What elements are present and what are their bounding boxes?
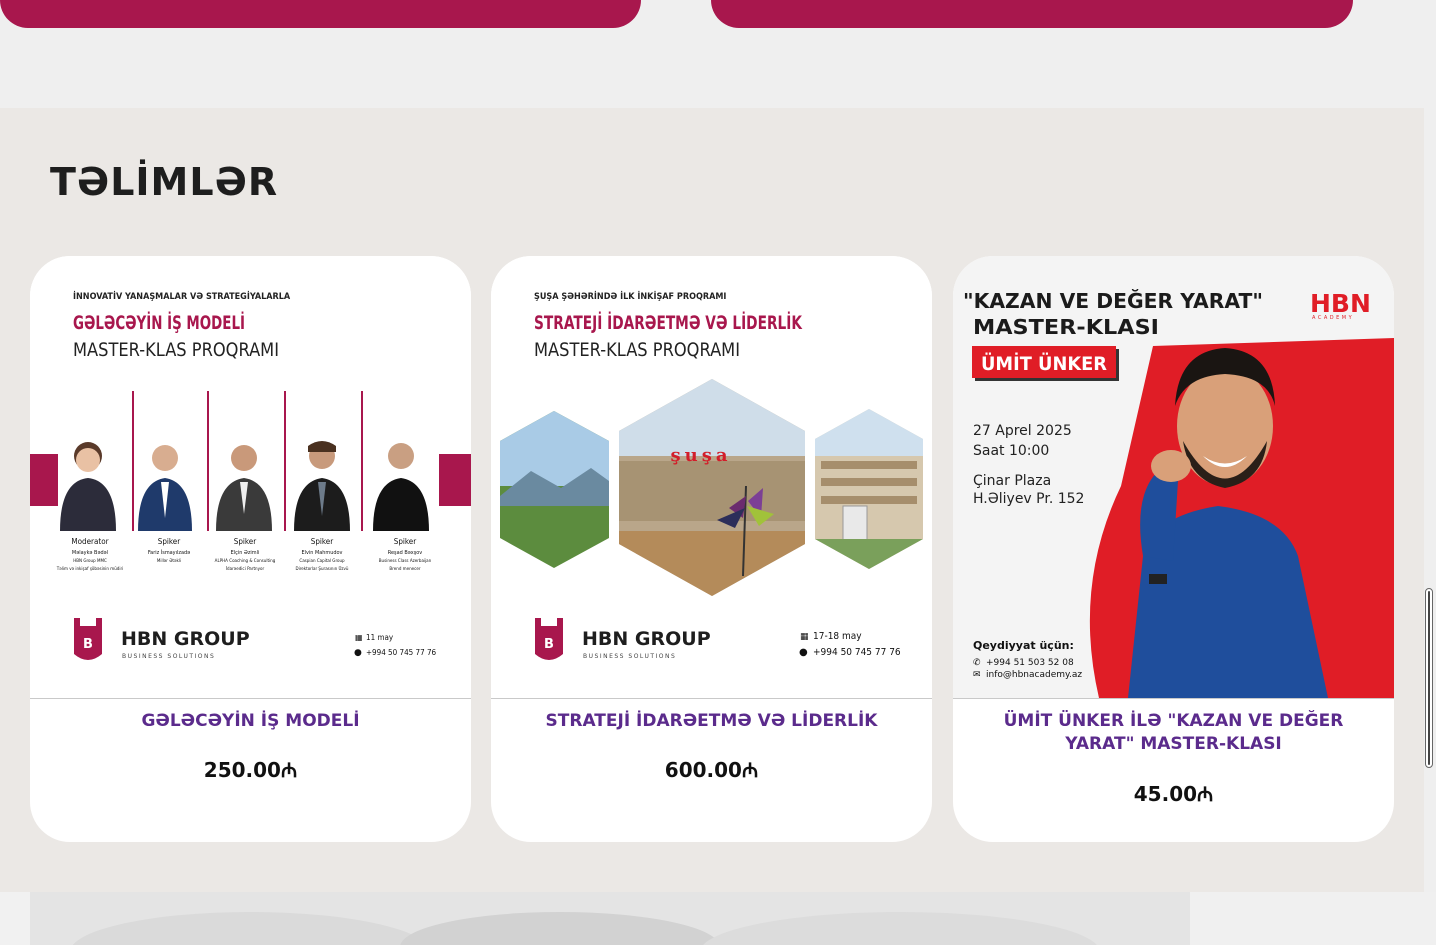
svg-text:Reşad Bəxşov: Reşad Bəxşov (388, 550, 423, 556)
svg-text:ŞUŞA ŞƏHƏRİNDƏ İLK İNKİŞAF PRO: ŞUŞA ŞƏHƏRİNDƏ İLK İNKİŞAF PROQRAMI (534, 291, 726, 302)
svg-text:Saat 10:00: Saat 10:00 (973, 443, 1049, 459)
svg-text:Spiker: Spiker (158, 537, 180, 546)
calendar-icon: ▦ (800, 632, 809, 642)
svg-text:Spiker: Spiker (394, 537, 416, 546)
svg-text:Elçin Əzimli: Elçin Əzimli (231, 550, 260, 556)
training-card[interactable]: İNNOVATİV YANAŞMALAR VƏ STRATEGİYALARLA … (30, 256, 471, 842)
svg-text:H.Əliyev Pr. 152: H.Əliyev Pr. 152 (973, 491, 1084, 507)
card-price: 45.00₼ (1133, 782, 1214, 806)
svg-text:B: B (83, 637, 93, 652)
scrollbar-thumb[interactable] (1425, 588, 1433, 768)
shusha-photo-hotel (815, 409, 923, 569)
svg-text:+994 51 503 52 08: +994 51 503 52 08 (986, 658, 1074, 668)
svg-text:Məlaykə Bədəl: Məlaykə Bədəl (72, 550, 108, 556)
svg-text:şuşa: şuşa (670, 445, 731, 466)
svg-text:HBN: HBN (1310, 289, 1371, 318)
svg-text:HBN Group MMC: HBN Group MMC (73, 558, 107, 564)
svg-text:Brend menecer: Brend menecer (389, 566, 420, 572)
top-banner-button-right[interactable] (711, 0, 1353, 28)
svg-text:Caspian Capital Group: Caspian Capital Group (299, 558, 345, 564)
svg-text:Elvin Mahmudov: Elvin Mahmudov (301, 550, 342, 556)
svg-text:ACADEMY: ACADEMY (1312, 315, 1354, 321)
card-divider (30, 698, 471, 699)
svg-text:MASTER-KLAS PROQRAMI: MASTER-KLAS PROQRAMI (534, 339, 740, 361)
card-title[interactable]: GƏLƏCƏYİN İŞ MODELİ (50, 710, 451, 733)
svg-text:ALPHA Coaching & Consulting: ALPHA Coaching & Consulting (215, 558, 276, 564)
calendar-icon: ▦ (355, 633, 363, 642)
svg-text:Təlim və inkişaf şöbəsinin müd: Təlim və inkişaf şöbəsinin müdiri (56, 566, 124, 572)
svg-text:Spiker: Spiker (311, 537, 333, 546)
svg-text:BUSINESS SOLUTIONS: BUSINESS SOLUTIONS (122, 653, 215, 660)
svg-text:"KAZAN VE DEĞER YARAT": "KAZAN VE DEĞER YARAT" (963, 289, 1263, 313)
svg-text:BUSINESS SOLUTIONS: BUSINESS SOLUTIONS (583, 653, 676, 660)
next-section-background-image (0, 892, 1436, 945)
svg-text:Business Class Azerbaijan: Business Class Azerbaijan (379, 558, 432, 564)
training-poster[interactable]: ŞUŞA ŞƏHƏRİNDƏ İLK İNKİŞAF PROQRAMI STRA… (491, 256, 932, 698)
card-price: 600.00₼ (664, 758, 759, 782)
svg-text:MASTER-KLAS PROQRAMI: MASTER-KLAS PROQRAMI (73, 339, 279, 361)
whatsapp-icon: ● (799, 647, 808, 658)
card-divider (491, 698, 932, 699)
section-title: TƏLİMLƏR (50, 160, 279, 204)
whatsapp-icon: ● (354, 648, 362, 658)
svg-text:Direktorlar Şurasının Üzvü: Direktorlar Şurasının Üzvü (295, 565, 348, 572)
training-card[interactable]: "KAZAN VE DEĞER YARAT" MASTER-KLASI HBN … (953, 256, 1394, 842)
training-poster[interactable]: İNNOVATİV YANAŞMALAR VƏ STRATEGİYALARLA … (30, 256, 471, 698)
svg-text:Fariz İsmayılzadə: Fariz İsmayılzadə (148, 549, 190, 556)
svg-text:27 Aprel 2025: 27 Aprel 2025 (973, 423, 1072, 439)
svg-text:+994 50 745 77 76: +994 50 745 77 76 (366, 648, 437, 657)
card-title[interactable]: ÜMİT ÜNKER İLƏ "KAZAN VE DEĞER YARAT" MA… (973, 710, 1374, 756)
top-banner-button-left[interactable] (0, 0, 641, 28)
svg-text:Millər Ətəkli: Millər Ətəkli (157, 558, 181, 564)
svg-text:info@hbnacademy.az: info@hbnacademy.az (986, 670, 1082, 680)
training-poster[interactable]: "KAZAN VE DEĞER YARAT" MASTER-KLASI HBN … (953, 256, 1394, 698)
svg-text:HBN GROUP: HBN GROUP (582, 628, 711, 650)
svg-text:Çinar Plaza: Çinar Plaza (973, 473, 1051, 489)
hbn-academy-logo: HBN ACADEMY (1310, 289, 1371, 321)
svg-text:17-18 may: 17-18 may (813, 631, 862, 642)
training-card[interactable]: ŞUŞA ŞƏHƏRİNDƏ İLK İNKİŞAF PROQRAMI STRA… (491, 256, 932, 842)
svg-text:B: B (544, 637, 554, 652)
svg-text:MASTER-KLASI: MASTER-KLASI (973, 315, 1159, 339)
svg-text:GƏLƏCƏYİN İŞ MODELİ: GƏLƏCƏYİN İŞ MODELİ (73, 310, 245, 334)
card-price: 250.00₼ (203, 758, 298, 782)
svg-text:STRATEJİ İDARƏETMƏ VƏ LİDERLİK: STRATEJİ İDARƏETMƏ VƏ LİDERLİK (534, 310, 803, 334)
svg-text:+994 50 745 77 76: +994 50 745 77 76 (813, 647, 901, 658)
phone-icon: ✆ (973, 658, 981, 668)
svg-text:Moderator: Moderator (71, 537, 108, 546)
trainings-section: TƏLİMLƏR İNNOVATİV YANAŞMALAR VƏ STRATEG… (0, 108, 1424, 892)
svg-text:Qeydiyyat üçün:: Qeydiyyat üçün: (973, 639, 1074, 652)
card-divider (953, 698, 1394, 699)
shusha-photo-mountains (500, 411, 609, 568)
svg-text:Spiker: Spiker (234, 537, 256, 546)
svg-text:İNNOVATİV YANAŞMALAR VƏ STRATE: İNNOVATİV YANAŞMALAR VƏ STRATEGİYALARLA (73, 291, 291, 302)
card-title[interactable]: STRATEJİ İDARƏETMƏ VƏ LİDERLİK (511, 710, 912, 733)
svg-text:ÜMİT ÜNKER: ÜMİT ÜNKER (981, 351, 1107, 375)
svg-text:HBN GROUP: HBN GROUP (121, 628, 250, 650)
svg-text:11 may: 11 may (366, 633, 394, 642)
svg-text:İdarəedici Partnyor: İdarəedici Partnyor (226, 565, 265, 572)
mail-icon: ✉ (973, 670, 981, 680)
